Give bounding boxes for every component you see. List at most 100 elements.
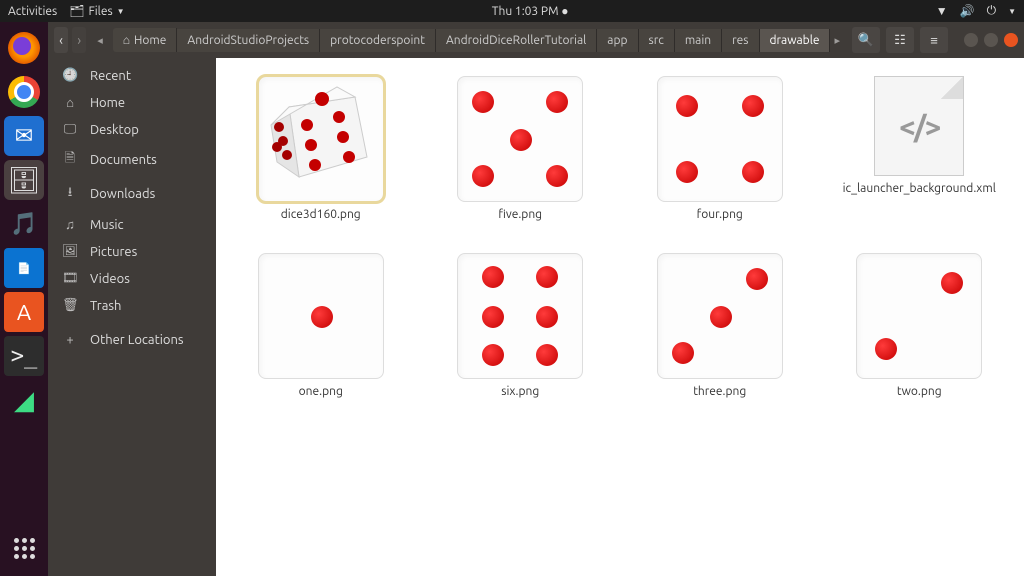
forward-button[interactable]: › (72, 27, 86, 53)
hamburger-icon: ≡ (930, 33, 938, 48)
sidebar-item-other-locations[interactable]: +Other Locations (48, 327, 216, 353)
files-window: ‹ › ◂ ⌂Home AndroidStudioProjects protoc… (48, 22, 1024, 576)
path-start-icon: ◂ (97, 34, 103, 47)
close-button[interactable] (1004, 33, 1018, 47)
network-icon[interactable]: ▼ (936, 4, 948, 18)
music-icon: 🎵 (10, 211, 37, 237)
sidebar-item-music[interactable]: ♫Music (48, 211, 216, 238)
crumb-6[interactable]: main (675, 29, 722, 52)
maximize-button[interactable] (984, 33, 998, 47)
launcher-writer[interactable]: 📄 (4, 248, 44, 288)
gnome-topbar: Activities 🗂 Files ▼ Thu 1:03 PM ● ▼ 🔊 ⏻… (0, 0, 1024, 22)
file-label: four.png (697, 208, 743, 221)
chevron-down-icon[interactable]: ▼ (1008, 7, 1016, 16)
sidebar-item-trash[interactable]: 🗑 Trash (48, 292, 216, 319)
firefox-icon (8, 32, 40, 64)
dice3d-icon (259, 77, 385, 203)
launcher-software[interactable]: A (4, 292, 44, 332)
code-icon: </> (899, 109, 939, 143)
sidebar-item-label: Documents (90, 153, 157, 167)
activities-button[interactable]: Activities (8, 5, 57, 18)
minimize-button[interactable] (964, 33, 978, 47)
sidebar-item-label: Trash (90, 299, 121, 313)
file-item[interactable]: two.png (825, 253, 1015, 398)
sidebar-item-recent[interactable]: 🕘Recent (48, 62, 216, 89)
search-button[interactable]: 🔍 (852, 27, 880, 53)
download-icon: ⭳ (62, 183, 78, 205)
launcher-files[interactable]: 🗄 (4, 160, 44, 200)
file-label: five.png (498, 208, 542, 221)
view-toggle-button[interactable]: ☷ (886, 27, 914, 53)
power-icon[interactable]: ⏻ (987, 4, 997, 18)
crumb-1[interactable]: AndroidStudioProjects (177, 29, 320, 52)
crumb-2[interactable]: protocoderspoint (320, 29, 436, 52)
list-icon: ☷ (894, 33, 906, 48)
back-button[interactable]: ‹ (54, 27, 68, 53)
file-item[interactable]: </> ic_launcher_background.xml (825, 76, 1015, 221)
videos-icon: 🎞 (62, 271, 78, 286)
content-area[interactable]: dice3d160.png five.png four.png </> ic_l… (216, 58, 1024, 576)
search-icon: 🔍 (858, 33, 874, 48)
crumb-8[interactable]: drawable (760, 29, 831, 52)
crumb-7[interactable]: res (722, 29, 759, 52)
launcher-android-studio[interactable]: ◢ (4, 380, 44, 420)
sidebar: 🕘Recent ⌂Home 🖵 Desktop 🗎 Documents ⭳ Downl… (48, 58, 216, 576)
sidebar-item-documents[interactable]: 🗎 Documents (48, 143, 216, 177)
file-item[interactable]: six.png (426, 253, 616, 398)
music-icon: ♫ (62, 217, 78, 232)
crumb-home[interactable]: ⌂Home (113, 28, 178, 52)
file-label: six.png (501, 385, 539, 398)
pictures-icon: 🖼 (62, 244, 78, 259)
sidebar-item-label: Desktop (90, 123, 139, 137)
file-thumbnail (258, 76, 384, 202)
desktop-icon: 🖵 (62, 122, 78, 137)
terminal-icon: >_ (11, 344, 38, 369)
clock-icon: 🕘 (62, 68, 78, 83)
document-icon: 🗎 (62, 149, 78, 171)
chevron-right-icon: › (77, 32, 81, 48)
sidebar-item-label: Downloads (90, 187, 155, 201)
file-item[interactable]: dice3d160.png (226, 76, 416, 221)
file-label: one.png (299, 385, 343, 398)
sidebar-item-home[interactable]: ⌂Home (48, 89, 216, 116)
app-menu-label: Files (88, 5, 112, 18)
launcher-rhythmbox[interactable]: 🎵 (4, 204, 44, 244)
chevron-left-icon: ‹ (59, 32, 63, 48)
sidebar-item-videos[interactable]: 🎞Videos (48, 265, 216, 292)
file-grid: dice3d160.png five.png four.png </> ic_l… (226, 76, 1014, 398)
file-item[interactable]: one.png (226, 253, 416, 398)
chevron-down-icon: ▼ (117, 7, 125, 16)
sidebar-item-pictures[interactable]: 🖼 Pictures (48, 238, 216, 265)
shopping-bag-icon: A (17, 300, 31, 325)
file-label: ic_launcher_background.xml (843, 182, 996, 195)
launcher-terminal[interactable]: >_ (4, 336, 44, 376)
file-thumbnail (457, 253, 583, 379)
file-thumbnail (657, 253, 783, 379)
file-thumbnail (258, 253, 384, 379)
file-item[interactable]: four.png (625, 76, 815, 221)
file-label: dice3d160.png (281, 208, 361, 221)
launcher-chrome[interactable] (4, 72, 44, 112)
crumb-5[interactable]: src (639, 29, 675, 52)
files-icon: 🗄 (7, 165, 40, 196)
sidebar-item-label: Pictures (90, 245, 137, 259)
file-item[interactable]: five.png (426, 76, 616, 221)
crumb-home-label: Home (134, 34, 166, 47)
android-studio-icon: ◢ (14, 385, 34, 416)
launcher-dock: ✉ 🗄 🎵 📄 A >_ ◢ (0, 22, 48, 576)
crumb-4[interactable]: app (597, 29, 638, 52)
launcher-firefox[interactable] (4, 28, 44, 68)
hamburger-button[interactable]: ≡ (920, 27, 948, 53)
volume-icon[interactable]: 🔊 (960, 4, 975, 18)
sidebar-item-downloads[interactable]: ⭳ Downloads (48, 177, 216, 211)
crumb-3[interactable]: AndroidDiceRollerTutorial (436, 29, 597, 52)
app-menu[interactable]: 🗂 Files ▼ (69, 4, 124, 18)
file-item[interactable]: three.png (625, 253, 815, 398)
mail-icon: ✉ (15, 123, 33, 149)
breadcrumb: ⌂Home AndroidStudioProjects protocodersp… (113, 28, 831, 52)
clock[interactable]: Thu 1:03 PM ● (492, 5, 569, 18)
sidebar-item-desktop[interactable]: 🖵 Desktop (48, 116, 216, 143)
launcher-show-apps[interactable] (4, 528, 44, 568)
launcher-thunderbird[interactable]: ✉ (4, 116, 44, 156)
trash-icon: 🗑 (62, 298, 78, 313)
